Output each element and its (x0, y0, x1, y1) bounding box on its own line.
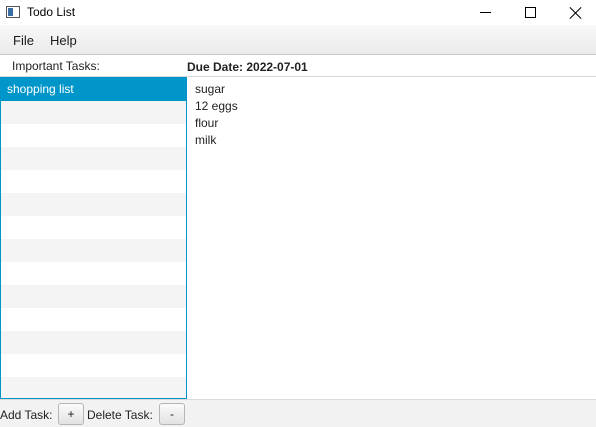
due-date-header: Due Date: 2022-07-01 (187, 60, 308, 74)
minimize-button[interactable] (462, 0, 508, 25)
title-bar: Todo List (0, 0, 596, 25)
task-list[interactable]: shopping list (0, 77, 187, 399)
task-detail-pane: sugar 12 eggs flour milk (187, 77, 596, 399)
maximize-button[interactable] (507, 0, 553, 25)
task-detail-line: milk (195, 133, 217, 147)
task-list-empty-row (1, 308, 186, 331)
task-list-empty-row (1, 377, 186, 398)
task-list-empty-row (1, 101, 186, 124)
window-title: Todo List (27, 5, 76, 19)
important-tasks-label: Important Tasks: (12, 59, 100, 73)
menu-file[interactable]: File (13, 33, 34, 48)
bottom-toolbar: Add Task: + Delete Task: - (0, 399, 596, 427)
task-detail-line: 12 eggs (195, 99, 238, 113)
task-list-empty-row (1, 124, 186, 147)
task-detail-line: flour (195, 116, 219, 130)
menu-bar: File Help (0, 25, 596, 55)
task-list-empty-row (1, 193, 186, 216)
task-list-item-label: shopping list (7, 82, 74, 96)
task-list-empty-row (1, 285, 186, 308)
task-list-empty-row (1, 170, 186, 193)
close-button[interactable] (552, 0, 596, 25)
task-list-empty-row (1, 262, 186, 285)
maximize-icon (524, 7, 536, 18)
minimize-icon (479, 12, 491, 13)
delete-task-button[interactable]: - (159, 403, 185, 425)
task-list-empty-row (1, 331, 186, 354)
task-detail-line: sugar (195, 82, 226, 96)
task-list-empty-row (1, 147, 186, 170)
task-list-empty-row (1, 239, 186, 262)
add-task-label: Add Task: (0, 408, 53, 422)
task-list-empty-row (1, 216, 186, 239)
delete-task-label: Delete Task: (87, 408, 153, 422)
add-task-button[interactable]: + (58, 403, 84, 425)
task-list-item[interactable]: shopping list (1, 78, 186, 101)
menu-help[interactable]: Help (50, 33, 77, 48)
close-icon (569, 6, 582, 19)
task-list-empty-row (1, 354, 186, 377)
app-window-icon (6, 6, 20, 18)
